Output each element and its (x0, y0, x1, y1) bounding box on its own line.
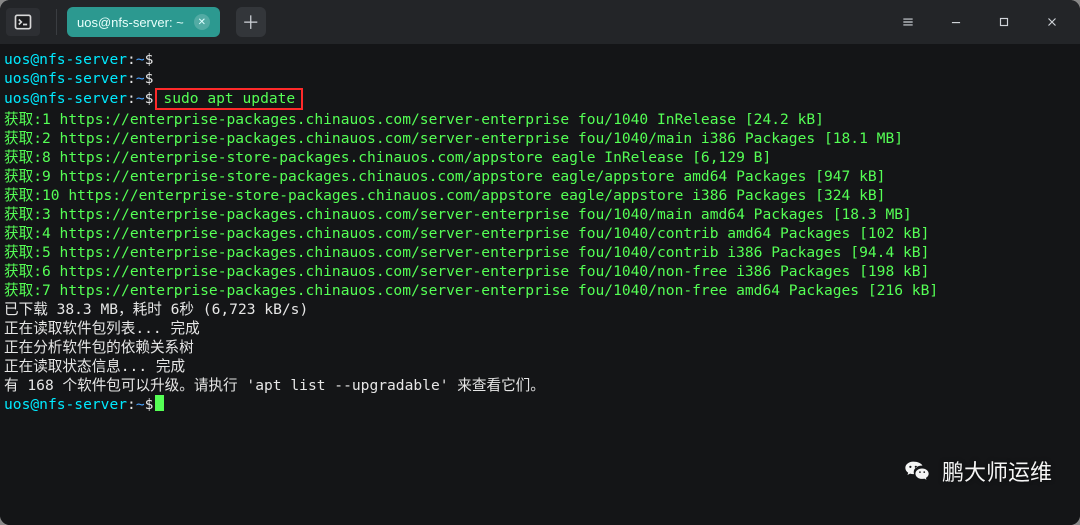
cursor-block (155, 395, 164, 411)
prompt-at: @ (30, 51, 39, 68)
prompt-dollar: $ (145, 90, 154, 107)
watermark: 鹏大师运维 (902, 455, 1052, 487)
output-line: 获取:9 https://enterprise-store-packages.c… (4, 168, 885, 185)
tab-active[interactable]: uos@nfs-server: ~ ✕ (67, 7, 220, 37)
prompt-at: @ (30, 90, 39, 107)
output-line: 获取:4 https://enterprise-packages.chinauo… (4, 225, 929, 242)
output-line: 正在读取状态信息... 完成 (4, 358, 185, 375)
prompt-colon: : (127, 70, 136, 87)
close-button[interactable] (1030, 0, 1074, 44)
prompt-at: @ (30, 70, 39, 87)
app-terminal-icon[interactable] (6, 8, 40, 36)
prompt-colon: : (127, 90, 136, 107)
prompt-dollar: $ (145, 70, 154, 87)
output-line: 获取:8 https://enterprise-store-packages.c… (4, 149, 771, 166)
tab-title: uos@nfs-server: ~ (77, 15, 184, 30)
terminal-window: uos@nfs-server: ~ ✕ ＋ uos@nfs-server:~$ … (0, 0, 1080, 525)
output-line: 正在读取软件包列表... 完成 (4, 320, 200, 337)
output-line: 正在分析软件包的依赖关系树 (4, 339, 194, 356)
output-line: 获取:5 https://enterprise-packages.chinauo… (4, 244, 929, 261)
prompt-dollar: $ (145, 51, 154, 68)
terminal-body[interactable]: uos@nfs-server:~$ uos@nfs-server:~$ uos@… (0, 44, 1080, 525)
maximize-button[interactable] (982, 0, 1026, 44)
watermark-text: 鹏大师运维 (942, 455, 1052, 487)
prompt-path: ~ (136, 396, 145, 413)
highlighted-command: sudo apt update (155, 88, 303, 110)
output-line: 有 168 个软件包可以升级。请执行 'apt list --upgradabl… (4, 377, 545, 394)
output-line: 获取:7 https://enterprise-packages.chinauo… (4, 282, 938, 299)
wechat-icon (902, 456, 932, 486)
prompt-host: nfs-server (39, 396, 127, 413)
prompt-user: uos (4, 90, 30, 107)
command-text: sudo apt update (163, 90, 295, 107)
prompt-user: uos (4, 396, 30, 413)
output-line: 获取:2 https://enterprise-packages.chinauo… (4, 130, 903, 147)
output-line: 获取:10 https://enterprise-store-packages.… (4, 187, 885, 204)
titlebar: uos@nfs-server: ~ ✕ ＋ (0, 0, 1080, 44)
prompt-path: ~ (136, 70, 145, 87)
minimize-button[interactable] (934, 0, 978, 44)
menu-button[interactable] (886, 0, 930, 44)
prompt-path: ~ (136, 51, 145, 68)
output-line: 获取:3 https://enterprise-packages.chinauo… (4, 206, 912, 223)
prompt-user: uos (4, 70, 30, 87)
prompt-at: @ (30, 396, 39, 413)
output-line: 已下载 38.3 MB，耗时 6秒 (6,723 kB/s) (4, 301, 308, 318)
new-tab-button[interactable]: ＋ (236, 7, 266, 37)
prompt-host: nfs-server (39, 51, 127, 68)
prompt-user: uos (4, 51, 30, 68)
prompt-host: nfs-server (39, 90, 127, 107)
output-line: 获取:6 https://enterprise-packages.chinauo… (4, 263, 929, 280)
prompt-dollar: $ (145, 396, 154, 413)
output-line: 获取:1 https://enterprise-packages.chinauo… (4, 111, 824, 128)
titlebar-divider (56, 9, 57, 35)
prompt-path: ~ (136, 90, 145, 107)
prompt-host: nfs-server (39, 70, 127, 87)
tab-close-icon[interactable]: ✕ (194, 14, 210, 30)
prompt-colon: : (127, 51, 136, 68)
prompt-colon: : (127, 396, 136, 413)
